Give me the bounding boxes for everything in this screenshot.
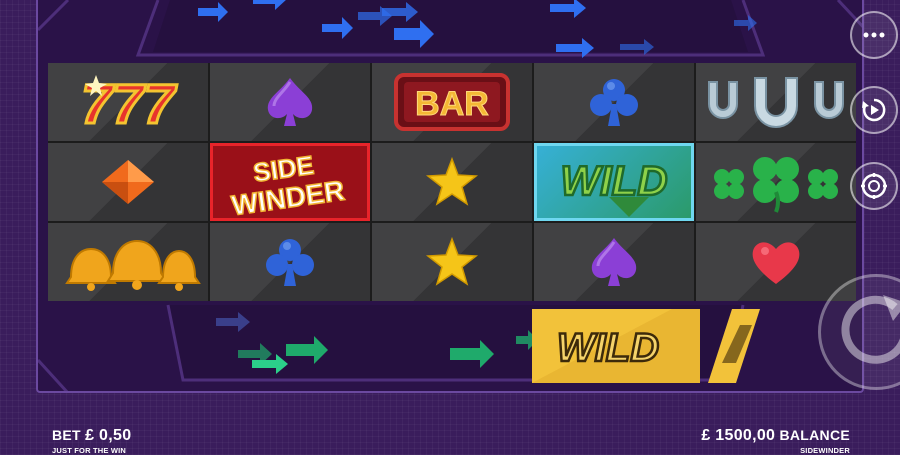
symbol-blue-club <box>534 63 694 141</box>
symbol-wild: WILD <box>534 143 694 221</box>
spade-icon <box>267 78 313 126</box>
autoplay-icon <box>862 98 886 122</box>
wild-text: WILD <box>560 157 667 204</box>
bet-label: BET <box>52 427 81 443</box>
spade-icon <box>591 238 637 286</box>
heart-icon <box>752 242 800 284</box>
bet-subtitle: JUST FOR THE WIN <box>52 446 127 455</box>
symbol-orange-diamond <box>48 143 208 221</box>
symbol-golden-bells <box>48 223 208 301</box>
star-icon <box>425 156 479 206</box>
bells-icon <box>65 239 201 291</box>
star-icon <box>425 236 479 286</box>
diamond-icon <box>102 160 154 204</box>
spin-arrow-icon <box>841 295 900 364</box>
symbol-horseshoe <box>696 63 856 141</box>
ellipsis-icon <box>863 32 885 38</box>
bet-value: £ 0,50 <box>85 427 132 444</box>
bar-text: BAR <box>415 85 489 123</box>
symbol-gold-star <box>372 143 532 221</box>
reel-grid: 777 BAR SIDE WINDER WILD <box>48 63 856 301</box>
incoming-wild-text: WILD <box>557 326 659 370</box>
game-stage: 777 BAR SIDE WINDER WILD WILD <box>36 0 864 393</box>
club-icon <box>266 239 314 286</box>
clover-icon <box>714 157 838 213</box>
symbol-sidewinder: SIDE WINDER <box>210 143 370 221</box>
club-icon <box>590 79 638 126</box>
balance-display: £ 1500,00 BALANCE SIDEWINDER <box>701 427 850 455</box>
symbol-purple-spade <box>534 223 694 301</box>
symbol-four-leaf-clover <box>696 143 856 221</box>
symbol-gold-star <box>372 223 532 301</box>
symbol-purple-spade <box>210 63 370 141</box>
symbol-bar: BAR <box>372 63 532 141</box>
chip-icon <box>861 173 887 199</box>
balance-subtitle: SIDEWINDER <box>800 446 850 455</box>
autoplay-button[interactable] <box>850 86 898 134</box>
menu-button[interactable] <box>850 11 898 59</box>
balance-label: BALANCE <box>779 427 850 443</box>
horseshoe-icon <box>708 77 844 128</box>
bet-display[interactable]: BET £ 0,50 JUST FOR THE WIN <box>52 427 131 455</box>
symbol-blue-club <box>210 223 370 301</box>
incoming-wild-symbol: WILD <box>532 309 768 383</box>
bet-settings-button[interactable] <box>850 162 898 210</box>
spin-button[interactable] <box>818 274 900 390</box>
symbol-seven: 777 <box>48 63 208 141</box>
balance-value: £ 1500,00 <box>701 427 776 444</box>
